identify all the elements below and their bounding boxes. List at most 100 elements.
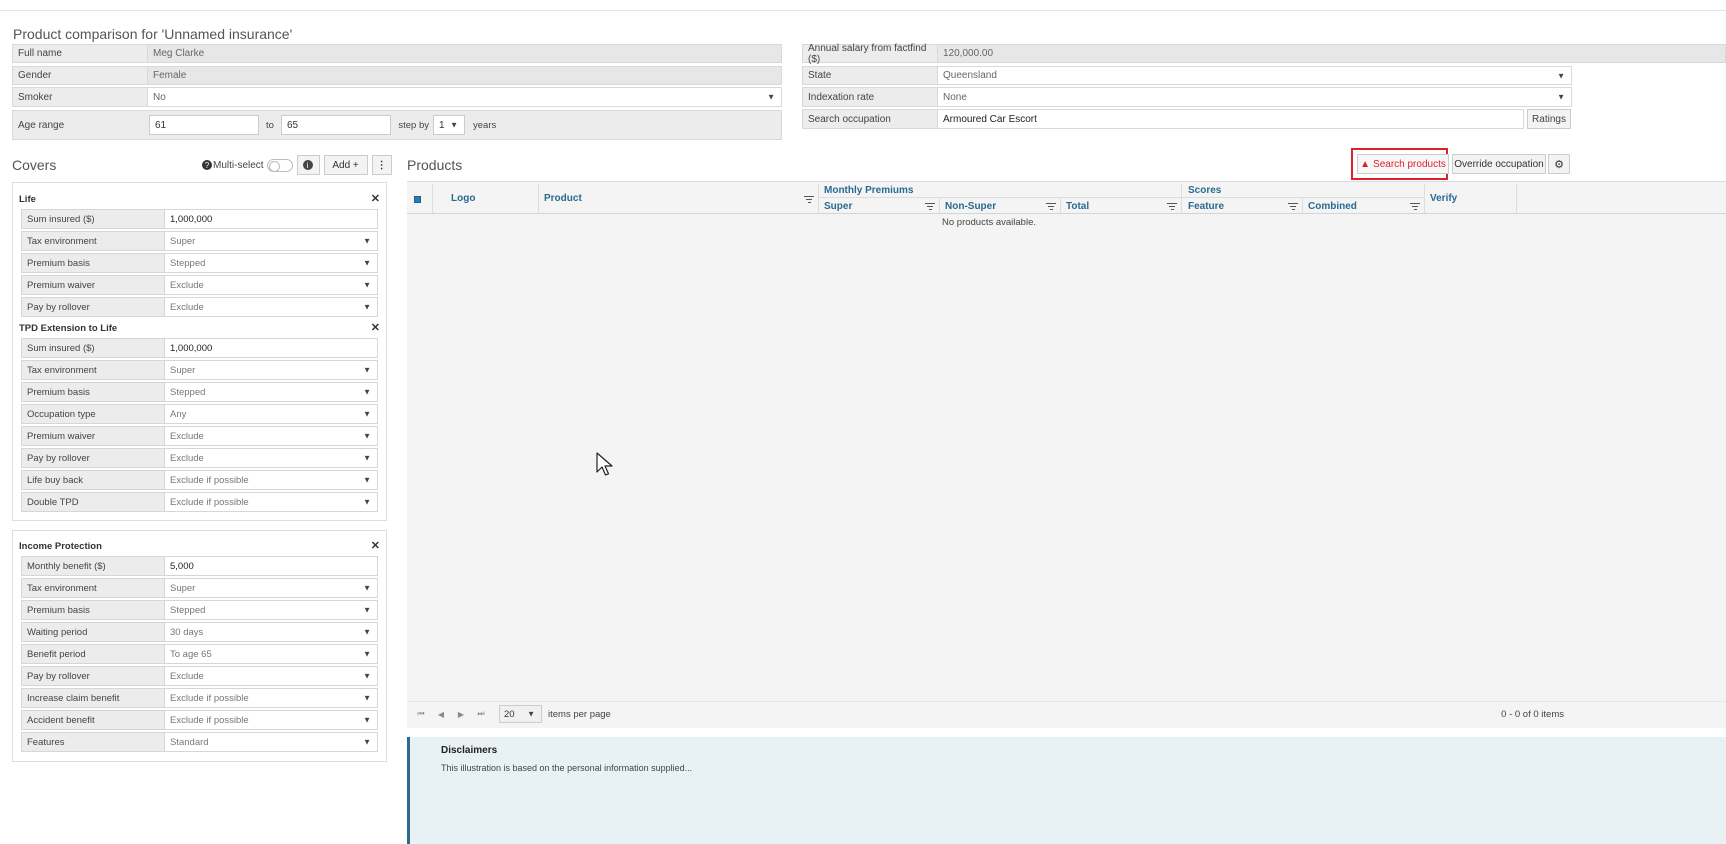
age-from-input[interactable]: 61 [149,115,259,135]
age-range-row: Age range 61 to 65 step by 1 ▼ years [12,110,782,140]
tax-environment-select[interactable]: Super ▼ [165,360,378,380]
select-value: Exclude [170,452,204,464]
col-divider [1181,184,1182,213]
last-page-icon[interactable]: ⏭ [475,709,487,719]
page-title: Product comparison for 'Unnamed insuranc… [13,26,293,42]
col-total[interactable]: Total [1066,201,1089,212]
col-feature[interactable]: Feature [1188,201,1224,212]
premium-basis-select[interactable]: Stepped ▼ [165,382,378,402]
filter-icon[interactable] [1167,203,1177,211]
age-to-label: to [266,119,274,131]
select-value: Exclude [170,301,204,313]
ratings-button[interactable]: Ratings [1527,109,1571,129]
increase-claim-benefit-select[interactable]: Exclude if possible ▼ [165,688,378,708]
gender-field: Female [148,66,782,85]
close-icon[interactable]: ✕ [371,321,380,334]
pay-by-rollover-select[interactable]: Exclude ▼ [165,448,378,468]
ip-row: Increase claim benefit Exclude if possibl… [21,688,378,708]
double-tpd-select[interactable]: Exclude if possible ▼ [165,492,378,512]
row-label: Features [21,732,165,752]
select-value: To age 65 [170,648,212,660]
products-heading: Products [407,157,463,173]
col-logo[interactable]: Logo [451,193,475,204]
monthly-benefit-input[interactable]: 5,000 [165,556,378,576]
col-divider [1424,184,1425,213]
life-row: Pay by rollover Exclude ▼ [21,297,378,317]
col-super[interactable]: Super [824,201,852,212]
col-verify[interactable]: Verify [1430,193,1457,204]
toggle-switch[interactable] [266,158,293,172]
tax-environment-select[interactable]: Super ▼ [165,578,378,598]
smoker-select[interactable]: No ▼ [148,87,782,107]
life-buy-back-select[interactable]: Exclude if possible ▼ [165,470,378,490]
premium-basis-select[interactable]: Stepped ▼ [165,253,378,273]
row-label: Accident benefit [21,710,165,730]
full-name-row: Full name Meg Clarke [12,44,782,63]
col-product[interactable]: Product [544,193,582,204]
filter-icon[interactable] [1046,203,1056,211]
info-button[interactable]: i [296,155,320,175]
benefit-period-select[interactable]: To age 65 ▼ [165,644,378,664]
first-page-icon[interactable]: ⏮ [415,709,427,719]
ip-row: Tax environment Super ▼ [21,578,378,598]
filter-icon[interactable] [1288,203,1298,211]
search-products-button[interactable]: ▲ Search products [1357,154,1449,174]
occupation-type-select[interactable]: Any ▼ [165,404,378,424]
row-label: Life buy back [21,470,165,490]
accident-benefit-select[interactable]: Exclude if possible ▼ [165,710,378,730]
pay-by-rollover-select[interactable]: Exclude ▼ [165,297,378,317]
step-by-select[interactable]: 1 ▼ [433,115,465,135]
multi-select-toggle[interactable]: ? Multi-select [202,158,293,172]
premium-waiver-select[interactable]: Exclude ▼ [165,426,378,446]
sum-insured-input[interactable]: 1,000,000 [165,209,378,229]
settings-button[interactable]: ⚙ [1548,154,1570,174]
ip-row: Features Standard ▼ [21,732,378,752]
indexation-row: Indexation rate None ▼ [802,87,1572,107]
features-select[interactable]: Standard ▼ [165,732,378,752]
override-occupation-button[interactable]: Override occupation [1452,154,1546,174]
row-label: Premium waiver [21,426,165,446]
row-label: Benefit period [21,644,165,664]
premium-waiver-select[interactable]: Exclude ▼ [165,275,378,295]
waiting-period-select[interactable]: 30 days ▼ [165,622,378,642]
row-label: Pay by rollover [21,297,165,317]
add-cover-button[interactable]: Add + [323,155,368,175]
filter-icon[interactable] [804,196,814,204]
full-name-field: Meg Clarke [148,44,782,63]
row-label: Premium basis [21,382,165,402]
select-value: Super [170,582,196,594]
col-combined[interactable]: Combined [1308,201,1357,212]
select-all-checkbox[interactable] [414,196,421,203]
state-select[interactable]: Queensland ▼ [938,66,1572,85]
chevron-down-icon: ▼ [450,120,458,130]
smoker-label: Smoker [12,87,148,107]
chevron-down-icon: ▼ [363,605,371,615]
state-label: State [802,66,938,85]
col-divider [939,198,940,213]
page-size-select[interactable]: 20 ▼ [499,705,542,723]
filter-icon[interactable] [925,203,935,211]
tpd-row: Sum insured ($) 1,000,000 [21,338,378,358]
indexation-select[interactable]: None ▼ [938,87,1572,107]
next-page-icon[interactable]: ▶ [455,710,467,719]
pay-by-rollover-select[interactable]: Exclude ▼ [165,666,378,686]
chevron-down-icon: ▼ [363,715,371,725]
col-divider [1516,184,1517,213]
close-icon[interactable]: ✕ [371,539,380,552]
filter-icon[interactable] [1410,203,1420,211]
sum-insured-input[interactable]: 1,000,000 [165,338,378,358]
row-label: Pay by rollover [21,666,165,686]
select-value: Exclude if possible [170,714,249,726]
occupation-input[interactable]: Armoured Car Escort [938,109,1524,129]
age-to-input[interactable]: 65 [281,115,391,135]
tax-environment-select[interactable]: Super ▼ [165,231,378,251]
col-non-super[interactable]: Non-Super [945,201,996,212]
chevron-down-icon: ▼ [363,258,371,268]
ip-row: Monthly benefit ($) 5,000 [21,556,378,576]
more-options-button[interactable]: ⋮ [371,155,392,175]
ip-row: Premium basis Stepped ▼ [21,600,378,620]
premium-basis-select[interactable]: Stepped ▼ [165,600,378,620]
prev-page-icon[interactable]: ◀ [435,710,447,719]
select-value: Stepped [170,604,206,616]
close-icon[interactable]: ✕ [371,192,380,205]
